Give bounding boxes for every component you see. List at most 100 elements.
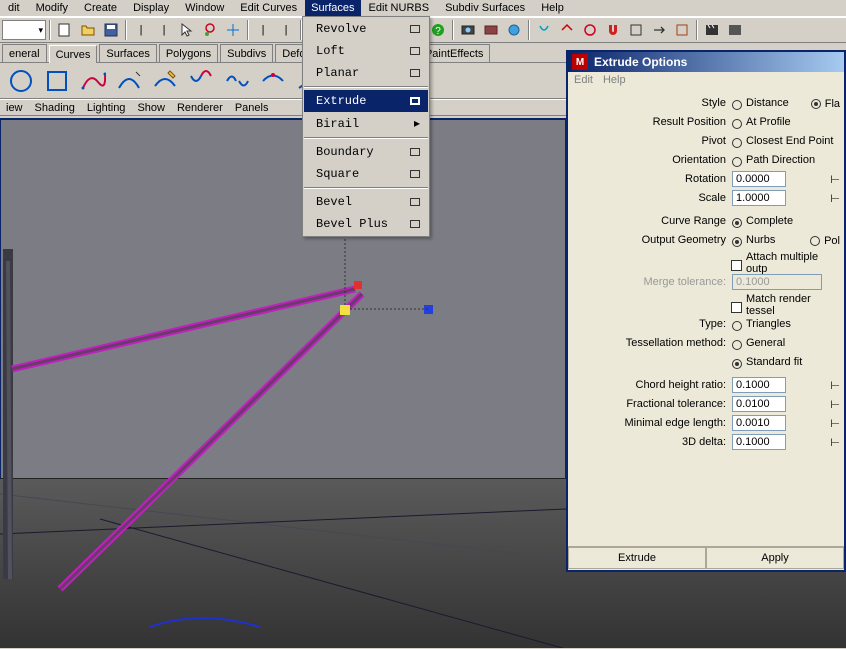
curve-range-radio[interactable] xyxy=(732,218,742,228)
viewport-menu-panels[interactable]: Panels xyxy=(229,100,275,115)
extrude-titlebar[interactable]: M Extrude Options xyxy=(568,52,844,72)
result-position-radio[interactable] xyxy=(732,119,742,129)
cv-curve-icon[interactable] xyxy=(76,66,110,96)
clapboard-icon[interactable] xyxy=(701,19,723,41)
pivot-radio[interactable] xyxy=(732,138,742,148)
rotation-slider[interactable]: ⊢ xyxy=(826,173,842,186)
menu-item-bevel[interactable]: Bevel xyxy=(304,191,428,213)
square-icon[interactable] xyxy=(40,66,74,96)
delta3d-slider[interactable]: ⊢ xyxy=(826,436,842,449)
pencil-curve-icon[interactable] xyxy=(148,66,182,96)
orientation-radio[interactable] xyxy=(732,157,742,167)
misc-icon-7[interactable] xyxy=(671,19,693,41)
tess-general-radio[interactable] xyxy=(732,340,742,350)
chord-slider[interactable]: ⊢ xyxy=(826,379,842,392)
lasso-icon[interactable] xyxy=(199,19,221,41)
render-globals-icon[interactable] xyxy=(503,19,525,41)
menu-display[interactable]: Display xyxy=(125,0,177,16)
shelf-tab-eneral[interactable]: eneral xyxy=(2,44,47,62)
viewport-menu-iew[interactable]: iew xyxy=(0,100,29,115)
extrude-button[interactable]: Extrude xyxy=(568,547,706,569)
style-distance-radio[interactable] xyxy=(732,100,742,110)
select-icon[interactable] xyxy=(176,19,198,41)
new-scene-icon[interactable] xyxy=(54,19,76,41)
menu-surfaces[interactable]: Surfaces xyxy=(305,0,360,16)
menu-window[interactable]: Window xyxy=(177,0,232,16)
chord-input[interactable] xyxy=(732,377,786,393)
render-icon[interactable] xyxy=(457,19,479,41)
menu-item-extrude[interactable]: Extrude xyxy=(304,90,428,112)
option-box-icon[interactable] xyxy=(410,97,420,105)
scale-input[interactable] xyxy=(732,190,786,206)
style-flat-radio[interactable] xyxy=(811,99,821,109)
tess-standard-radio[interactable] xyxy=(732,359,742,369)
menu-item-boundary[interactable]: Boundary xyxy=(304,141,428,163)
option-box-icon[interactable] xyxy=(410,198,420,206)
output-poly-radio[interactable] xyxy=(810,236,820,246)
tool-icon-3[interactable]: | xyxy=(252,19,274,41)
option-box-icon[interactable] xyxy=(410,170,420,178)
menu-item-square[interactable]: Square xyxy=(304,163,428,185)
apply-button[interactable]: Apply xyxy=(706,547,844,569)
magnet-icon[interactable] xyxy=(602,19,624,41)
shelf-tab-surfaces[interactable]: Surfaces xyxy=(99,44,156,62)
menu-help[interactable]: Help xyxy=(533,0,572,16)
minedge-slider[interactable]: ⊢ xyxy=(826,417,842,430)
misc-icon-5[interactable] xyxy=(625,19,647,41)
clapboard-icon-2[interactable] xyxy=(724,19,746,41)
extrude-menu-help[interactable]: Help xyxy=(603,74,626,88)
misc-icon-6[interactable] xyxy=(648,19,670,41)
frac-input[interactable] xyxy=(732,396,786,412)
circle-icon[interactable] xyxy=(4,66,38,96)
viewport-menu-show[interactable]: Show xyxy=(131,100,171,115)
rotation-input[interactable] xyxy=(732,171,786,187)
menu-item-planar[interactable]: Planar xyxy=(304,62,428,84)
menu-create[interactable]: Create xyxy=(76,0,125,16)
ipr-render-icon[interactable] xyxy=(480,19,502,41)
menu-modify[interactable]: Modify xyxy=(28,0,76,16)
attach-multiple-check[interactable] xyxy=(731,260,742,271)
menu-dit[interactable]: dit xyxy=(0,0,28,16)
attach-curves-icon[interactable] xyxy=(184,66,218,96)
option-box-icon[interactable] xyxy=(410,25,420,33)
mode-dropdown[interactable] xyxy=(2,20,46,40)
menu-subdiv-surfaces[interactable]: Subdiv Surfaces xyxy=(437,0,533,16)
shelf-tab-polygons[interactable]: Polygons xyxy=(159,44,218,62)
menu-item-birail[interactable]: Birail▸ xyxy=(304,112,428,135)
option-box-icon[interactable] xyxy=(410,148,420,156)
scale-slider[interactable]: ⊢ xyxy=(826,192,842,205)
misc-icon-3[interactable] xyxy=(579,19,601,41)
ep-curve-icon[interactable] xyxy=(112,66,146,96)
menu-edit-nurbs[interactable]: Edit NURBS xyxy=(361,0,438,16)
frac-slider[interactable]: ⊢ xyxy=(826,398,842,411)
option-box-icon[interactable] xyxy=(410,47,420,55)
viewport-menu-shading[interactable]: Shading xyxy=(29,100,81,115)
menu-item-loft[interactable]: Loft xyxy=(304,40,428,62)
extrude-menu-edit[interactable]: Edit xyxy=(574,74,593,88)
detach-curves-icon[interactable] xyxy=(220,66,254,96)
viewport-menu-lighting[interactable]: Lighting xyxy=(81,100,132,115)
match-render-check[interactable] xyxy=(731,302,742,313)
tool-icon-1[interactable]: | xyxy=(130,19,152,41)
open-icon[interactable] xyxy=(77,19,99,41)
shelf-tab-curves[interactable]: Curves xyxy=(49,45,98,63)
misc-icon-2[interactable] xyxy=(556,19,578,41)
misc-icon-1[interactable] xyxy=(533,19,555,41)
output-nurbs-radio[interactable] xyxy=(732,237,742,247)
insert-knot-icon[interactable] xyxy=(256,66,290,96)
option-box-icon[interactable] xyxy=(410,69,420,77)
option-box-icon[interactable] xyxy=(410,220,420,228)
help-icon[interactable]: ? xyxy=(427,19,449,41)
tool-icon-2[interactable]: | xyxy=(153,19,175,41)
save-icon[interactable] xyxy=(100,19,122,41)
menu-edit-curves[interactable]: Edit Curves xyxy=(232,0,305,16)
manip-icon[interactable] xyxy=(222,19,244,41)
menu-item-revolve[interactable]: Revolve xyxy=(304,18,428,40)
tool-icon-4[interactable]: | xyxy=(275,19,297,41)
type-triangles-radio[interactable] xyxy=(732,321,742,331)
delta3d-input[interactable] xyxy=(732,434,786,450)
minedge-input[interactable] xyxy=(732,415,786,431)
viewport-menu-renderer[interactable]: Renderer xyxy=(171,100,229,115)
menu-item-bevel-plus[interactable]: Bevel Plus xyxy=(304,213,428,235)
shelf-tab-subdivs[interactable]: Subdivs xyxy=(220,44,273,62)
